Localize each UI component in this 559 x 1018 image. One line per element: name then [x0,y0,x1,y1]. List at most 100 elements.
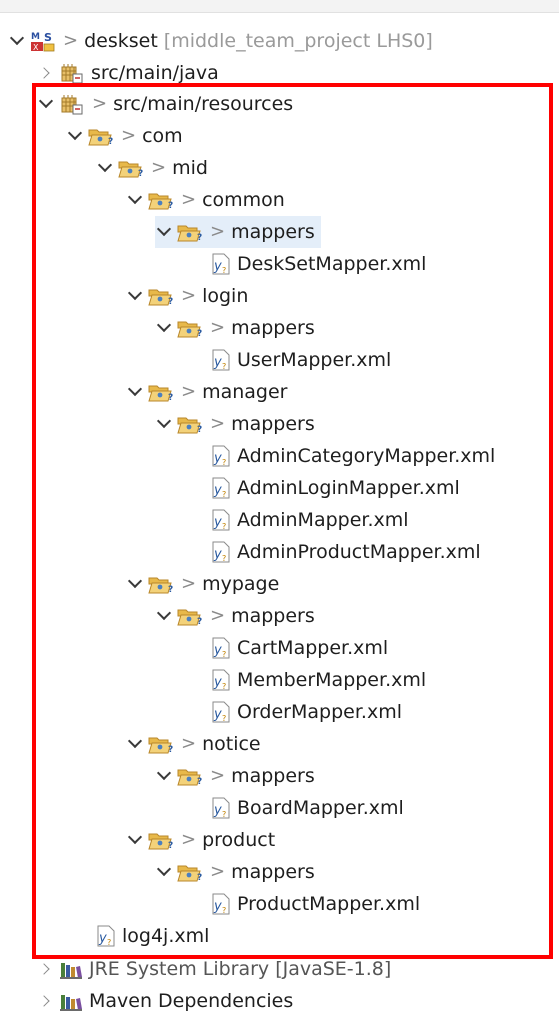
chevron-down-icon[interactable] [126,568,144,600]
chevron-right-icon[interactable] [37,985,55,1017]
chevron-down-icon[interactable] [155,856,173,888]
chevron-down-icon[interactable] [126,184,144,216]
tree-item-file[interactable]: CartMapper.xml [207,632,388,664]
package-icon [177,414,203,434]
tree-item-package-manager[interactable]: > manager [126,376,288,408]
library-icon [59,959,83,979]
chevron-down-icon[interactable] [8,25,26,57]
package-label: login [202,285,249,307]
tree-item-file[interactable]: AdminMapper.xml [207,504,409,536]
file-label: AdminMapper.xml [237,509,409,531]
tree-item-package-notice[interactable]: > notice [126,728,261,760]
chevron-down-icon[interactable] [155,600,173,632]
chevron-down-icon[interactable] [126,728,144,760]
library-meta: [JavaSE-1.8] [275,958,392,980]
package-icon [148,190,174,210]
tree-item-package-com[interactable]: > com [66,120,183,152]
tree-item-file[interactable]: OrderMapper.xml [207,696,402,728]
file-label: CartMapper.xml [237,637,389,659]
tree-item-package-mypage[interactable]: > mypage [126,568,279,600]
chevron-down-icon[interactable] [37,88,55,120]
folder-label: src/main/java [91,62,219,84]
package-label: mypage [202,573,280,595]
package-label: com [142,125,183,147]
tree-item-project[interactable]: > deskset [middle_team_project LHS0] [8,25,433,57]
folder-label: mappers [231,317,315,339]
maven-project-icon [30,30,56,52]
package-icon [88,126,114,146]
chevron-down-icon[interactable] [155,408,173,440]
git-decorator: > [181,285,197,306]
tree-item-jre-library[interactable]: JRE System Library [JavaSE-1.8] [37,953,391,985]
source-folder-icon [59,93,85,115]
file-label: DeskSetMapper.xml [237,253,427,275]
chevron-down-icon[interactable] [126,376,144,408]
chevron-down-icon[interactable] [155,760,173,792]
chevron-down-icon[interactable] [96,152,114,184]
tree-item-file[interactable]: AdminLoginMapper.xml [207,472,460,504]
package-label: manager [202,381,288,403]
tree-item-package-login[interactable]: > login [126,280,248,312]
tree-item-folder-mappers[interactable]: > mappers [155,856,315,888]
tree-item-folder-mappers[interactable]: > mappers [155,312,315,344]
tree-item-src-main-java[interactable]: src/main/java [37,57,219,89]
file-label: BoardMapper.xml [237,797,404,819]
git-decorator: > [210,861,226,882]
git-decorator: > [210,317,226,338]
git-decorator: > [181,381,197,402]
tree-item-file[interactable]: MemberMapper.xml [207,664,426,696]
tree-item-package-mid[interactable]: > mid [96,152,208,184]
tree-item-folder-mappers[interactable]: > mappers [155,760,315,792]
file-label: log4j.xml [122,925,210,947]
package-icon [148,382,174,402]
tree-item-maven-dependencies[interactable]: Maven Dependencies [37,985,293,1017]
tree-item-file[interactable]: ProductMapper.xml [207,888,420,920]
tree-item-file-log4j[interactable]: log4j.xml [92,920,209,952]
tree-item-file[interactable]: BoardMapper.xml [207,792,404,824]
file-label: OrderMapper.xml [237,701,402,723]
chevron-down-icon[interactable] [126,280,144,312]
chevron-right-icon[interactable] [37,57,55,89]
git-decorator: > [151,157,167,178]
git-decorator: > [92,93,108,114]
library-label: Maven Dependencies [89,990,294,1012]
tree-item-file[interactable]: AdminCategoryMapper.xml [207,440,495,472]
file-label: MemberMapper.xml [237,669,427,691]
git-decorator: > [181,733,197,754]
chevron-right-icon[interactable] [37,953,55,985]
folder-label: mappers [231,765,315,787]
package-icon [118,158,144,178]
file-label: AdminProductMapper.xml [237,541,481,563]
package-icon [148,830,174,850]
xml-file-icon [211,637,231,659]
tree-item-src-main-resources[interactable]: > src/main/resources [37,88,293,120]
tree-item-file[interactable]: DeskSetMapper.xml [207,248,426,280]
tree-item-folder-mappers[interactable]: > mappers [155,408,315,440]
chevron-down-icon[interactable] [66,120,84,152]
folder-label: mappers [231,221,315,243]
folder-label: mappers [231,605,315,627]
xml-file-icon [211,477,231,499]
package-icon [177,606,203,626]
xml-file-icon [211,669,231,691]
git-decorator: > [181,829,197,850]
package-label: common [202,189,285,211]
tree-item-file[interactable]: AdminProductMapper.xml [207,536,481,568]
tree-item-folder-mappers[interactable]: > mappers [155,600,315,632]
file-label: AdminCategoryMapper.xml [237,445,496,467]
chevron-down-icon[interactable] [155,312,173,344]
xml-file-icon [211,349,231,371]
tree-item-package-product[interactable]: > product [126,824,275,856]
project-label: deskset [84,30,158,52]
tree-item-package-common[interactable]: > common [126,184,285,216]
xml-file-icon [211,509,231,531]
xml-file-icon [211,893,231,915]
chevron-down-icon[interactable] [126,824,144,856]
chevron-down-icon[interactable] [155,216,173,248]
package-icon [148,734,174,754]
project-repo-meta: [middle_team_project LHS0] [163,30,433,52]
git-decorator: > [210,765,226,786]
git-decorator: > [181,189,197,210]
tree-item-folder-mappers[interactable]: > mappers [155,216,321,248]
tree-item-file[interactable]: UserMapper.xml [207,344,391,376]
